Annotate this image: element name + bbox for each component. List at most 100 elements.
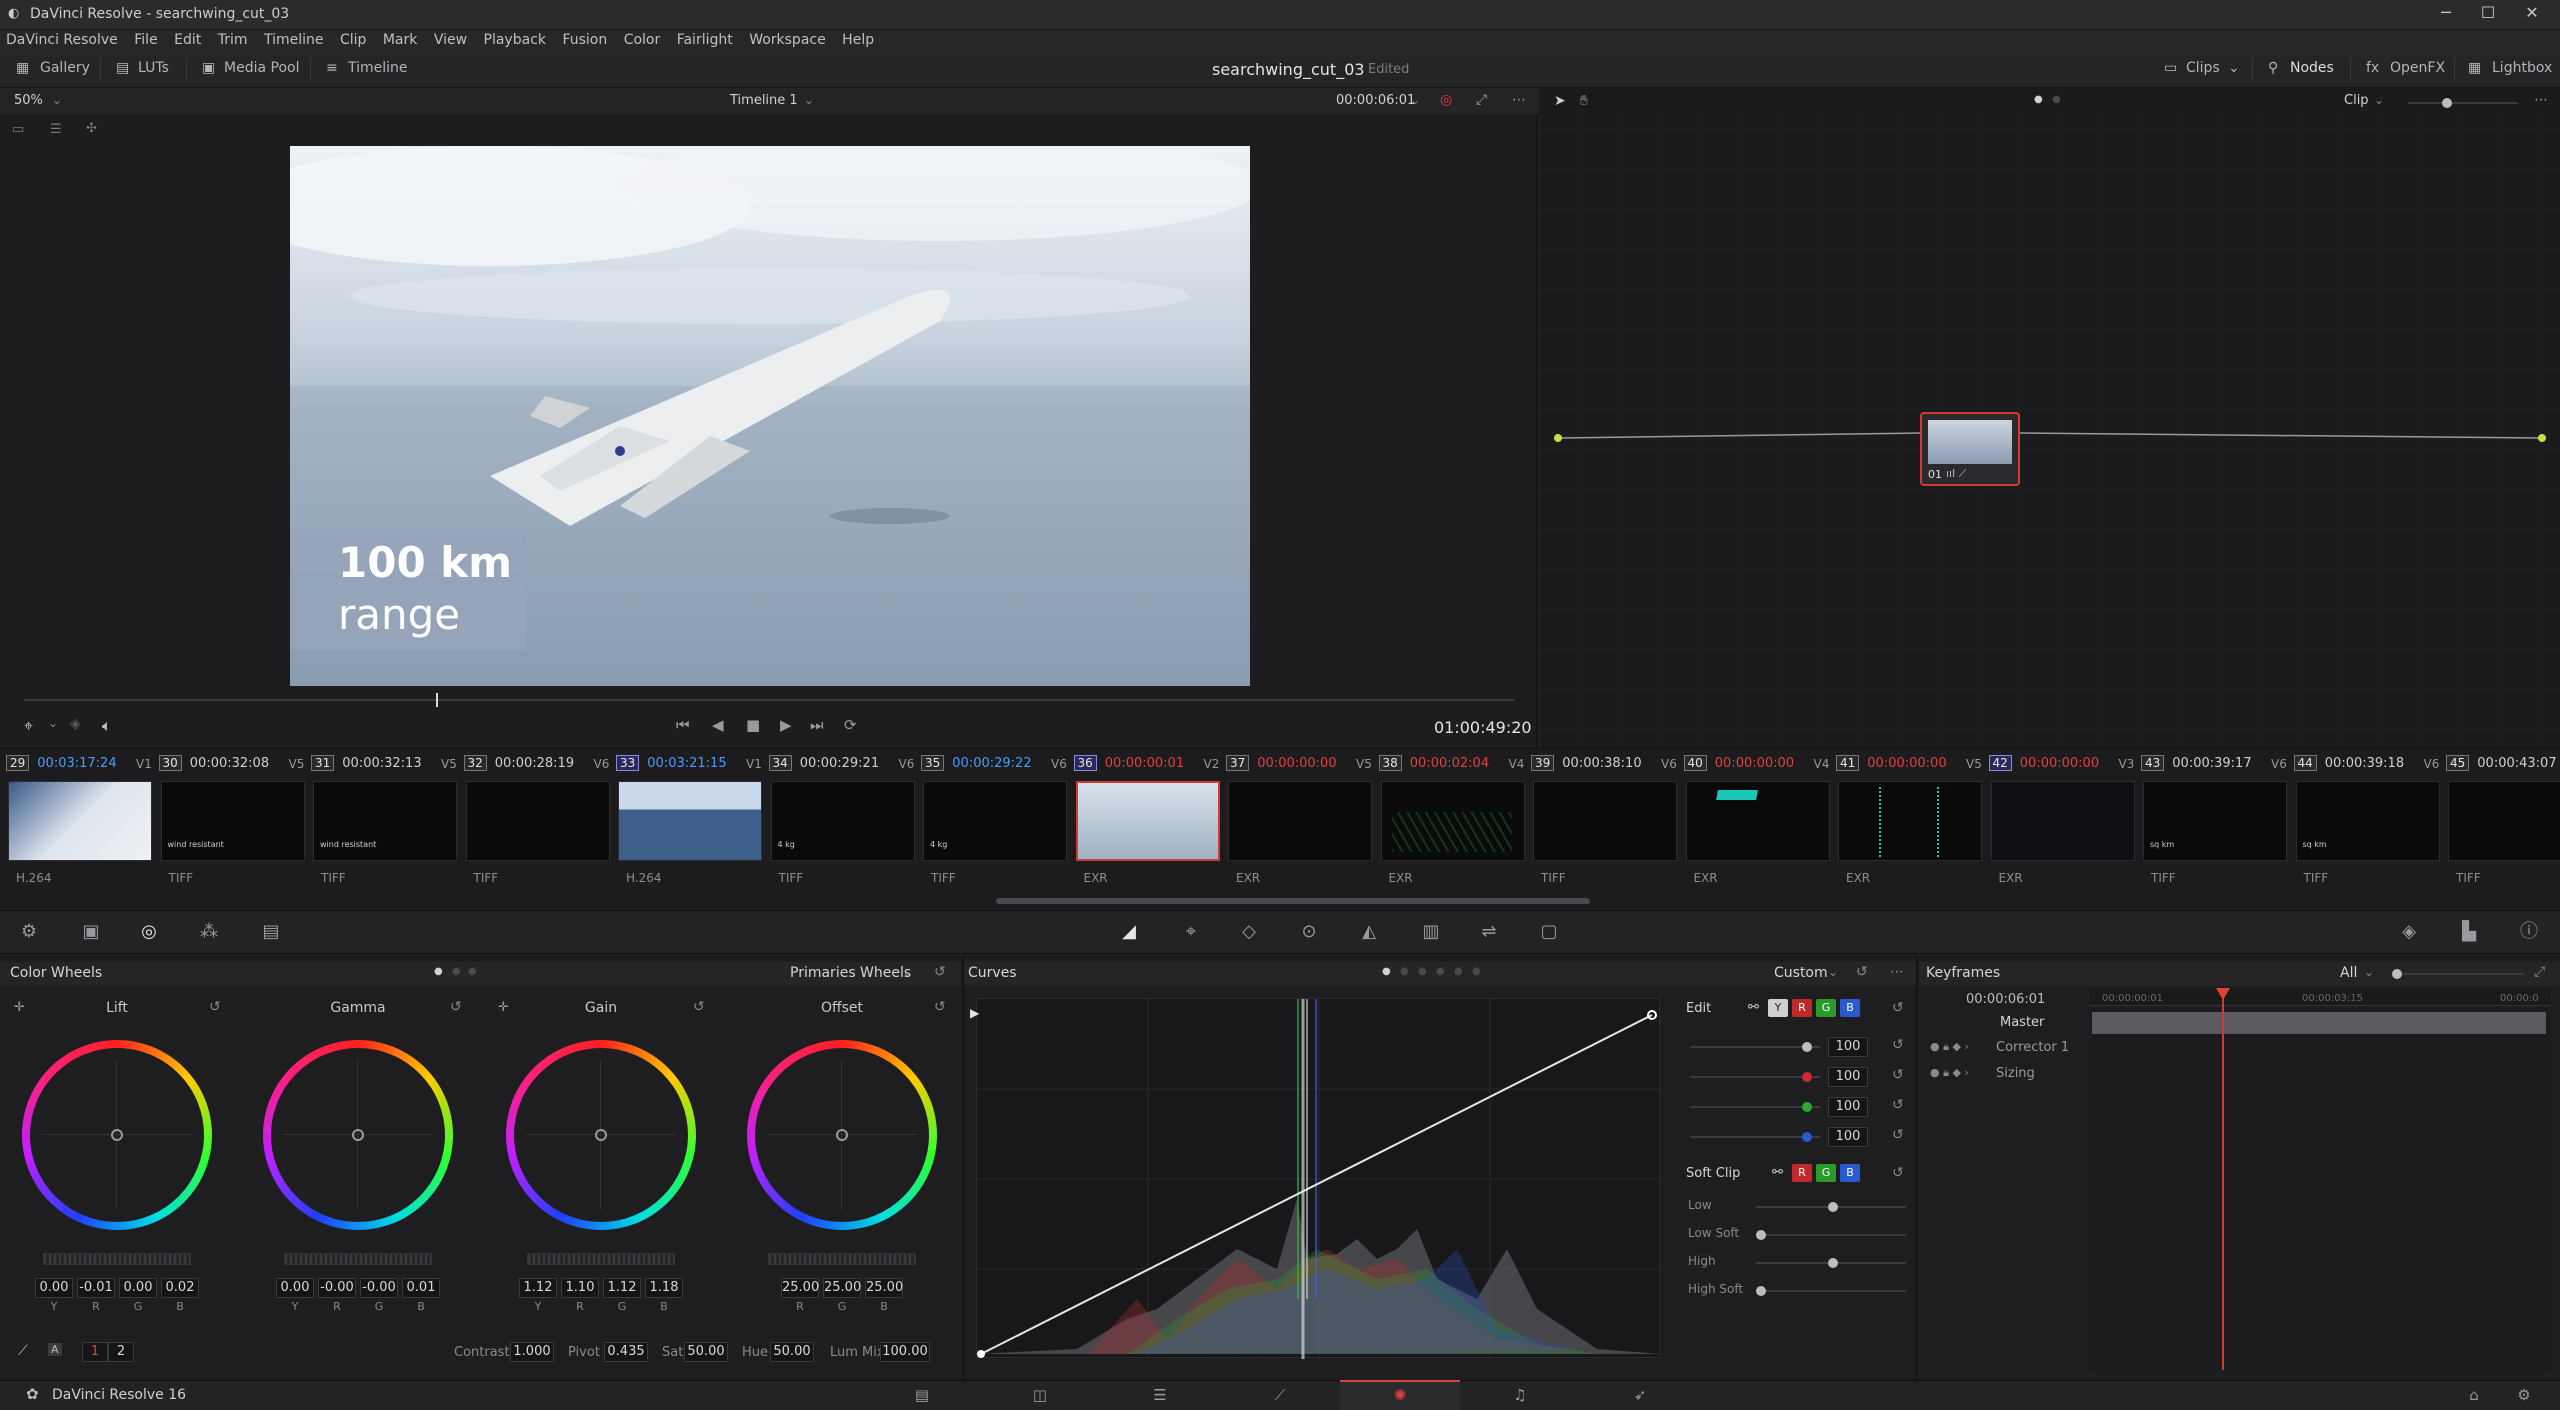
fairlight-page-icon[interactable]: ♫: [1508, 1386, 1532, 1404]
viewer-timecode[interactable]: 00:00:06:01: [1336, 93, 1415, 108]
media-pool-button[interactable]: Media Pool: [218, 60, 299, 82]
intensity-value[interactable]: 100: [1828, 1097, 1868, 1117]
wheel-value-field[interactable]: 1.10: [561, 1278, 599, 1298]
clip-thumbnail[interactable]: [465, 781, 610, 861]
node-zoom-knob[interactable]: [2442, 98, 2452, 108]
node-mode-select[interactable]: Clip: [2344, 93, 2369, 108]
node-01[interactable]: 01 ııl ⟋: [1920, 412, 2020, 486]
timeline-select[interactable]: Timeline 1: [730, 93, 798, 108]
node-zoom-slider[interactable]: [2408, 102, 2518, 104]
page-dot-active[interactable]: ●: [434, 966, 443, 977]
reset-icon[interactable]: ↺: [1856, 964, 1868, 980]
wheel-value-field[interactable]: -0.00: [360, 1278, 398, 1298]
hand-icon[interactable]: ✋︎: [1580, 93, 1588, 109]
more-options-icon[interactable]: ⋯: [1512, 92, 1526, 108]
page-dot[interactable]: ●: [1454, 966, 1463, 977]
menu-timeline[interactable]: Timeline: [258, 30, 330, 50]
wheel-value-field[interactable]: 1.18: [645, 1278, 683, 1298]
reset-icon[interactable]: ↺: [1892, 1037, 1904, 1053]
master-wheel[interactable]: [43, 1253, 191, 1265]
curves-icon[interactable]: ◢: [1118, 922, 1140, 942]
clips-button[interactable]: Clips: [2180, 60, 2220, 82]
keyframe-row-master[interactable]: Master: [2000, 1015, 2044, 1030]
wheel-handle[interactable]: [595, 1129, 607, 1141]
color-match-icon[interactable]: ▣: [80, 922, 102, 942]
wheels-mode-select[interactable]: Primaries Wheels: [790, 965, 911, 981]
sat-value[interactable]: 50.00: [684, 1342, 728, 1362]
intensity-slider[interactable]: [1690, 1136, 1820, 1138]
page-dot-active[interactable]: ●: [2034, 94, 2043, 105]
play-reverse-icon[interactable]: ◀: [712, 716, 724, 734]
color-page-icon[interactable]: ✺: [1388, 1386, 1412, 1404]
home-icon[interactable]: ⌂: [2462, 1386, 2486, 1404]
pivot-value[interactable]: 0.435: [604, 1342, 648, 1362]
softclip-r-button[interactable]: R: [1792, 1164, 1812, 1182]
loop-icon[interactable]: ⟳: [844, 716, 857, 734]
chevron-down-icon[interactable]: ⌄: [804, 93, 814, 107]
reset-icon[interactable]: ↺: [209, 999, 221, 1015]
clip-strip-scrollbar[interactable]: [996, 898, 1590, 904]
master-keyframe-bar[interactable]: [2092, 1012, 2546, 1034]
wheel-value-field[interactable]: 0.00: [119, 1278, 157, 1298]
intensity-value[interactable]: 100: [1828, 1127, 1868, 1147]
color-wheel[interactable]: [506, 1040, 696, 1230]
page-dot[interactable]: ●: [452, 966, 461, 977]
rgb-mixer-icon[interactable]: ⁂: [198, 922, 220, 942]
wheel-value-field[interactable]: 25.00: [781, 1278, 819, 1298]
reset-icon[interactable]: ↺: [934, 964, 946, 980]
reset-icon[interactable]: ↺: [1892, 1067, 1904, 1083]
play-icon[interactable]: ▶: [780, 716, 792, 734]
link-icon[interactable]: ⚯: [1772, 1165, 1783, 1180]
luts-button[interactable]: LUTs: [132, 60, 169, 82]
menu-fusion[interactable]: Fusion: [556, 30, 613, 50]
chevron-down-icon[interactable]: ⌄: [48, 716, 58, 730]
page-1-button[interactable]: 1: [82, 1342, 108, 1362]
color-wheel[interactable]: [263, 1040, 453, 1230]
master-wheel[interactable]: [768, 1253, 916, 1265]
scopes-icon[interactable]: ▙: [2458, 922, 2480, 942]
keyframe-track-area[interactable]: [2090, 1008, 2550, 1370]
skip-to-start-icon[interactable]: ⏮: [676, 716, 690, 734]
nodes-button[interactable]: Nodes: [2284, 60, 2334, 82]
color-wheel[interactable]: [747, 1040, 937, 1230]
wheel-value-field[interactable]: 1.12: [603, 1278, 641, 1298]
keyframes-zoom-knob[interactable]: [2392, 969, 2402, 979]
playhead-marker[interactable]: [2216, 988, 2230, 1000]
menu-file[interactable]: File: [128, 30, 163, 50]
gallery-button[interactable]: Gallery: [34, 60, 90, 82]
keyframe-row-controls[interactable]: ● 🔒︎ ◆ ›: [1930, 1040, 1969, 1054]
channel-y-button[interactable]: Y: [1768, 999, 1788, 1017]
keyframe-row-controls[interactable]: ● 🔒︎ ◆ ›: [1930, 1066, 1969, 1080]
picker-icon[interactable]: ✛: [14, 1000, 25, 1015]
lightbox-button[interactable]: Lightbox: [2486, 60, 2552, 82]
wheel-value-field[interactable]: 0.01: [402, 1278, 440, 1298]
clip-thumbnail[interactable]: [8, 781, 152, 861]
skip-to-end-icon[interactable]: ⏭: [810, 716, 824, 734]
scrub-bar[interactable]: [24, 699, 1514, 701]
media-page-icon[interactable]: ▤: [910, 1386, 934, 1404]
intensity-slider[interactable]: [1690, 1046, 1820, 1048]
clip-thumbnail[interactable]: [1228, 781, 1372, 861]
magic-mask-icon[interactable]: ◭: [1358, 922, 1380, 942]
clip-thumbnail[interactable]: [618, 781, 762, 861]
clip-thumbnail[interactable]: [1380, 781, 1525, 861]
wheel-handle[interactable]: [836, 1129, 848, 1141]
layers-icon[interactable]: ◈: [70, 716, 81, 732]
intensity-value[interactable]: 100: [1828, 1037, 1868, 1057]
menu-help[interactable]: Help: [836, 30, 880, 50]
link-icon[interactable]: ⚯: [1748, 1000, 1759, 1015]
key-icon[interactable]: ⇌: [1478, 922, 1500, 942]
page-dot[interactable]: ●: [1418, 966, 1427, 977]
maximize-icon[interactable]: ☐: [2468, 3, 2508, 27]
softclip-g-button[interactable]: G: [1816, 1164, 1836, 1182]
page-dot[interactable]: ●: [468, 966, 477, 977]
intensity-knob[interactable]: [1802, 1102, 1812, 1112]
menu-mark[interactable]: Mark: [377, 30, 424, 50]
auto-icon[interactable]: A: [48, 1343, 62, 1356]
fullscreen-icon[interactable]: ⤢: [1476, 92, 1487, 108]
camera-raw-icon[interactable]: ⚙: [18, 922, 40, 942]
wheel-value-field[interactable]: -0.00: [318, 1278, 356, 1298]
picker-icon[interactable]: ✛: [498, 1000, 509, 1015]
clip-thumbnail[interactable]: sq km: [2295, 781, 2440, 861]
chevron-down-icon[interactable]: ⌄: [1410, 93, 1420, 107]
